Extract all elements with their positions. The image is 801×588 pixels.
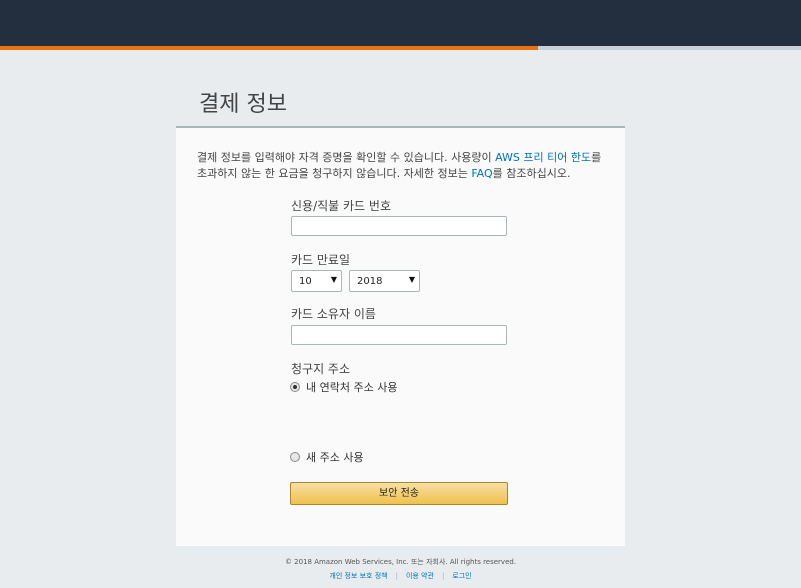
radio-use-contact-address[interactable]: 내 연락처 주소 사용 bbox=[290, 379, 397, 395]
top-navigation-bar bbox=[0, 0, 801, 46]
intro-text-after: 를 참조하십시오. bbox=[492, 167, 571, 180]
chevron-down-icon: ▼ bbox=[408, 275, 415, 284]
login-link[interactable]: 로그인 bbox=[444, 572, 479, 580]
expiry-month-value: 10 bbox=[299, 276, 312, 287]
cardholder-name-input[interactable] bbox=[291, 325, 507, 345]
radio-label-contact: 내 연락처 주소 사용 bbox=[306, 381, 398, 394]
free-tier-link[interactable]: AWS 프리 티어 한도 bbox=[495, 151, 591, 164]
cardholder-label: 카드 소유자 이름 bbox=[291, 307, 376, 321]
card-number-label: 신용/직불 카드 번호 bbox=[291, 199, 391, 213]
expiry-label: 카드 만료일 bbox=[291, 253, 351, 267]
card-number-input[interactable] bbox=[291, 216, 507, 236]
faq-link[interactable]: FAQ bbox=[471, 167, 492, 180]
intro-text-before: 결제 정보를 입력해야 자격 증명을 확인할 수 있습니다. 사용량이 bbox=[197, 151, 496, 164]
signup-progress-fill bbox=[0, 46, 539, 50]
privacy-policy-link[interactable]: 개인 정보 보호 정책 bbox=[321, 572, 395, 580]
radio-use-new-address[interactable]: 새 주소 사용 bbox=[290, 449, 364, 465]
chevron-down-icon: ▼ bbox=[330, 275, 337, 284]
billing-address-label: 청구지 주소 bbox=[291, 362, 351, 376]
footer-copyright: © 2018 Amazon Web Services, Inc. 또는 자회사.… bbox=[284, 558, 517, 566]
expiry-month-select[interactable]: 10 ▼ bbox=[291, 270, 342, 292]
payment-form-card: 결제 정보를 입력해야 자격 증명을 확인할 수 있습니다. 사용량이 AWS … bbox=[176, 126, 625, 546]
radio-button[interactable] bbox=[290, 452, 300, 462]
page-title: 결제 정보 bbox=[199, 92, 287, 117]
expiry-year-select[interactable]: 2018 ▼ bbox=[349, 270, 420, 292]
secure-submit-button[interactable]: 보안 전송 bbox=[290, 482, 508, 505]
footer-links: 개인 정보 보호 정책 | 이용 약관 | 로그인 bbox=[0, 571, 801, 581]
radio-label-new: 새 주소 사용 bbox=[306, 451, 364, 464]
expiry-year-value: 2018 bbox=[357, 276, 383, 287]
radio-button[interactable] bbox=[290, 382, 300, 392]
terms-link[interactable]: 이용 약관 bbox=[398, 572, 442, 580]
signup-progress-bar bbox=[0, 46, 801, 50]
intro-text: 결제 정보를 입력해야 자격 증명을 확인할 수 있습니다. 사용량이 AWS … bbox=[197, 150, 607, 182]
